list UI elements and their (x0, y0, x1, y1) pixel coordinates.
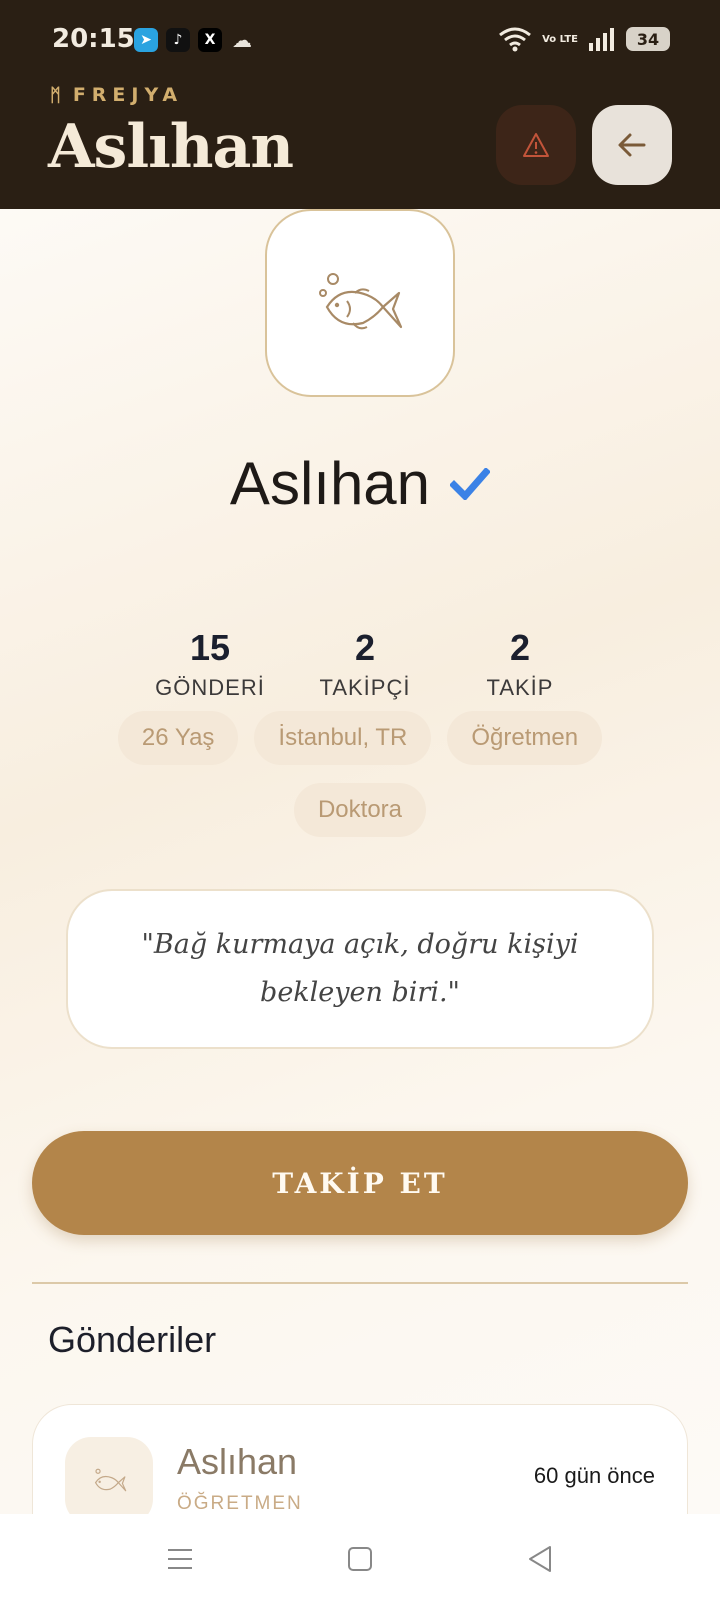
signal-icon (589, 28, 614, 51)
stat-value: 15 (189, 627, 231, 668)
cloud-icon: ☁ (232, 28, 252, 52)
home-button[interactable] (330, 1529, 390, 1589)
recent-apps-button[interactable] (150, 1529, 210, 1589)
bio-quote-card: "Bağ kurmaya açık, doğru kişiyi bekleyen… (66, 889, 654, 1049)
post-timestamp: 60 gün önce (533, 1463, 655, 1488)
tag-occupation: Öğretmen (447, 711, 603, 765)
triangle-back-icon (529, 1546, 551, 1572)
stat-label: TAKİPÇİ (319, 675, 411, 700)
verified-check-icon (450, 467, 491, 500)
profile-name-row: Aslıhan (0, 449, 720, 518)
system-icons: Vo LTE 34 (498, 26, 670, 52)
report-button[interactable] (496, 105, 576, 185)
stat-following[interactable]: 2 TAKİP (450, 627, 590, 701)
tag-age: 26 Yaş (117, 711, 239, 765)
tag-location: İstanbul, TR (254, 711, 432, 765)
stat-label: GÖNDERİ (155, 675, 265, 700)
profile-name: Aslıhan (229, 450, 431, 517)
profile-content[interactable]: Aslıhan 15 GÖNDERİ 2 TAKİPÇİ 2 TAKİP 26 … (0, 209, 720, 1514)
back-nav-button[interactable] (510, 1529, 570, 1589)
page-title: Aslıhan (48, 112, 294, 182)
app-header: 20:15 ➤ ♪ X ☁ Vo LTE 34 ᛗ FREJYA Aslıhan (0, 0, 720, 209)
bio-quote: "Bağ kurmaya açık, doğru kişiyi bekleyen… (141, 929, 579, 1008)
stat-followers[interactable]: 2 TAKİPÇİ (295, 627, 435, 701)
stat-label: TAKİP (486, 675, 554, 700)
stat-posts[interactable]: 15 GÖNDERİ (140, 627, 280, 701)
profile-tags: 26 Yaş İstanbul, TR Öğretmen Doktora (90, 711, 630, 837)
notification-icons: ➤ ♪ X ☁ (134, 28, 254, 52)
back-button[interactable] (592, 105, 672, 185)
arrow-left-icon (618, 133, 646, 157)
brand-name: FREJYA (72, 84, 184, 106)
x-icon: X (198, 28, 222, 52)
brand: ᛗ FREJYA (50, 84, 183, 106)
status-bar: 20:15 ➤ ♪ X ☁ Vo LTE 34 (0, 0, 720, 84)
post-author[interactable]: Aslıhan (177, 1441, 297, 1483)
fish-icon (94, 1468, 127, 1492)
profile-stats: 15 GÖNDERİ 2 TAKİPÇİ 2 TAKİP (150, 627, 590, 701)
tiktok-icon: ♪ (166, 28, 190, 52)
avatar[interactable] (265, 209, 455, 397)
square-icon (348, 1547, 372, 1571)
post-avatar (65, 1437, 153, 1514)
post-card[interactable]: Aslıhan ÖĞRETMEN 60 gün önce (32, 1404, 688, 1514)
warning-icon (523, 133, 549, 157)
status-time: 20:15 (52, 24, 135, 54)
telegram-icon: ➤ (134, 28, 158, 52)
stat-value: 2 (354, 627, 376, 668)
fish-icon (319, 273, 403, 330)
follow-button[interactable]: TAKİP ET (32, 1131, 688, 1235)
stat-value: 2 (509, 627, 531, 668)
post-author-role: ÖĞRETMEN (177, 1493, 303, 1514)
brand-logo-icon: ᛗ (50, 84, 61, 106)
volte-indicator: Vo LTE (542, 33, 578, 45)
battery-indicator: 34 (626, 27, 670, 51)
posts-section-title: Gönderiler (48, 1319, 217, 1360)
wifi-icon (499, 27, 532, 52)
divider (32, 1282, 688, 1284)
system-navigation-bar (0, 1514, 720, 1604)
menu-icon (168, 1549, 192, 1569)
tag-education: Doktora (293, 783, 427, 837)
